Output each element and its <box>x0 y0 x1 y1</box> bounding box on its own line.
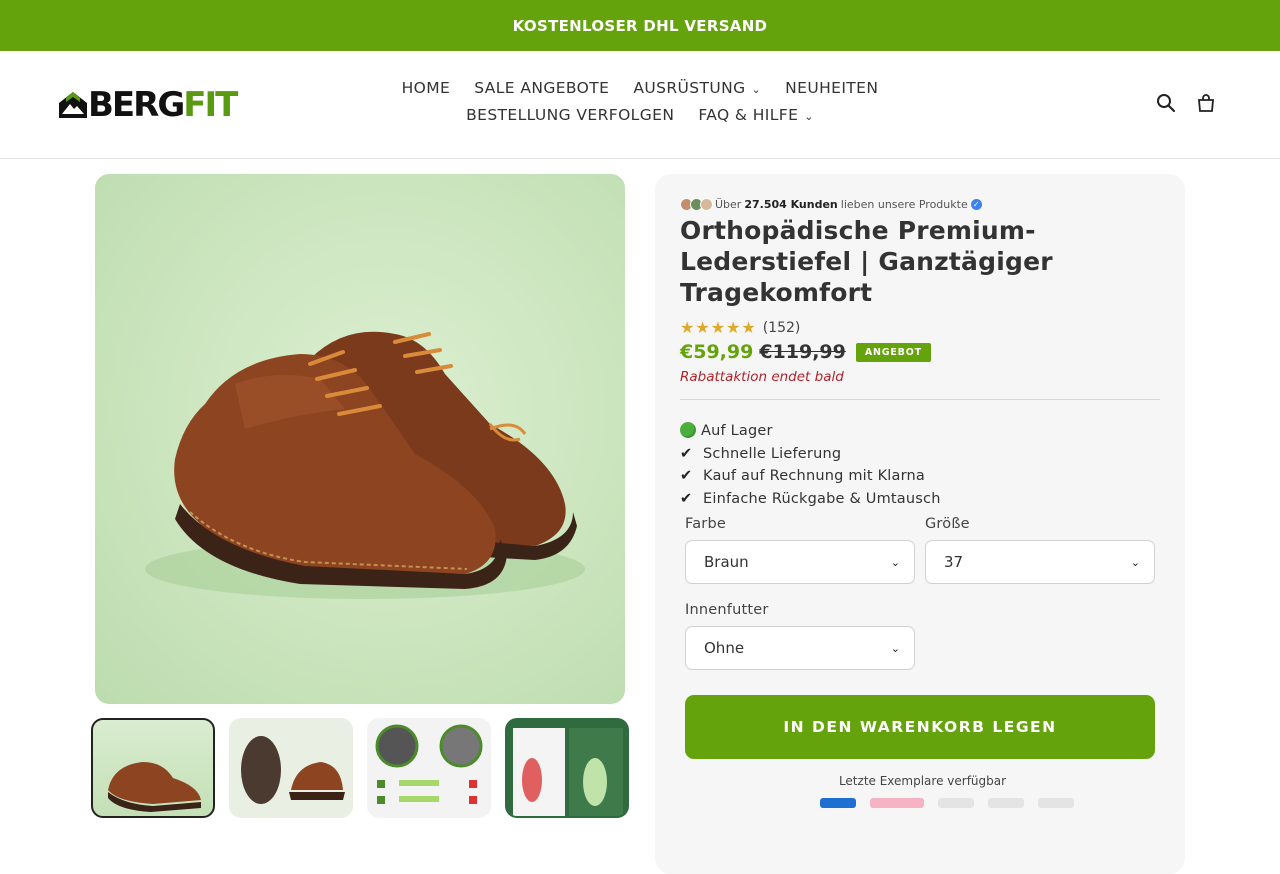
color-select-group: Farbe Braun ⌄ <box>685 516 915 584</box>
sole-comparison-image <box>241 736 345 804</box>
nav-bestellung-verfolgen[interactable]: BESTELLUNG VERFOLGEN <box>466 106 674 124</box>
feature-item: Auf Lager <box>680 420 1160 443</box>
social-count: 27.504 Kunden <box>744 198 838 211</box>
thumbnail-strip <box>91 718 629 818</box>
sale-price: €59,99 <box>680 341 754 363</box>
nav-ausruestung-label: AUSRÜSTUNG <box>633 79 746 97</box>
lining-value: Ohne <box>704 639 745 657</box>
product-info-panel: Über 27.504 Kunden lieben unsere Produkt… <box>655 174 1185 874</box>
boot-thumbnail-image <box>108 762 201 812</box>
rating-count: (152) <box>762 319 801 336</box>
thumbnail-2[interactable] <box>229 718 353 818</box>
feature-label: Kauf auf Rechnung mit Klarna <box>703 468 925 484</box>
chevron-down-icon: ⌄ <box>890 641 900 655</box>
size-value: 37 <box>944 553 964 571</box>
feature-item: ✔ Schnelle Lieferung <box>680 443 1160 466</box>
thumbnail-3[interactable] <box>367 718 491 818</box>
color-value: Braun <box>704 553 749 571</box>
announcement-bar: KOSTENLOSER DHL VERSAND <box>0 0 1280 51</box>
stock-note: Letzte Exemplare verfügbar <box>838 774 1007 788</box>
social-prefix: Über <box>715 198 742 211</box>
nav-neuheiten[interactable]: NEUHEITEN <box>785 79 878 97</box>
chevron-down-icon: ⌄ <box>804 110 814 123</box>
star-rating-icon: ★★★★★ <box>680 318 757 337</box>
feature-label: Schnelle Lieferung <box>703 445 842 462</box>
green-dot-icon <box>680 422 696 438</box>
product-title: Orthopädische Premium-Lederstiefel | Gan… <box>680 216 1053 307</box>
logo-text-fit: FIT <box>183 85 238 125</box>
size-select-group: Größe 37 ⌄ <box>925 516 1155 584</box>
thumbnail-1[interactable] <box>91 718 215 818</box>
check-icon: ✔ <box>680 468 693 484</box>
chevron-down-icon: ⌄ <box>1130 555 1140 569</box>
mountain-house-icon <box>59 92 87 118</box>
add-to-cart-button[interactable]: IN DEN WARENKORB LEGEN <box>685 695 1155 759</box>
thumbnail-4[interactable] <box>505 718 629 818</box>
feature-list: Auf Lager ✔ Schnelle Lieferung ✔ Kauf auf … <box>680 420 1160 510</box>
verified-check-icon: ✓ <box>970 199 982 210</box>
feature-item: ✔ Einfache Rückgabe & Umtausch <box>680 488 1160 511</box>
product-rating[interactable]: ★★★★★ (152) <box>680 318 1160 337</box>
search-icon[interactable] <box>1156 93 1176 113</box>
chevron-down-icon: ⌄ <box>890 555 900 569</box>
lining-select[interactable]: Ohne ⌄ <box>685 626 915 670</box>
price-row: €59,99 €119,99 ANGEBOT <box>680 341 1160 363</box>
nav-home[interactable]: HOME <box>402 79 451 97</box>
feature-item: ✔ Kauf auf Rechnung mit Klarna <box>680 465 1160 488</box>
check-icon: ✔ <box>680 490 693 507</box>
announcement-text: KOSTENLOSER DHL VERSAND <box>512 16 768 35</box>
compare-price: €119,99 <box>759 341 846 363</box>
feature-label: Auf Lager <box>701 423 773 439</box>
product-main-image[interactable] <box>95 174 625 704</box>
leather-boot-image <box>145 331 585 599</box>
header-icons <box>1156 93 1216 113</box>
lining-select-group: Innenfutter Ohne ⌄ <box>685 602 915 670</box>
variant-selectors: Farbe Braun ⌄ Größe 37 ⌄ Innenfutter Ohn… <box>680 516 1160 678</box>
feature-label: Einfache Rückgabe & Umtausch <box>703 490 941 507</box>
logo-text-berg: BERG <box>88 85 185 125</box>
check-icon: ✔ <box>680 445 693 462</box>
nav-faq-hilfe[interactable]: FAQ & HILFE ⌄ <box>698 106 814 124</box>
site-header: BERGFIT HOME SALE ANGEBOTE AUSRÜSTUNG ⌄ N… <box>0 51 1280 159</box>
social-suffix: lieben unsere Produkte <box>840 198 968 211</box>
nav-ausruestung[interactable]: AUSRÜSTUNG ⌄ <box>633 79 761 97</box>
color-label: Farbe <box>685 516 726 532</box>
urgency-text: Rabattaktion endet bald <box>680 369 1160 400</box>
nav-sale-angebote[interactable]: SALE ANGEBOTE <box>474 79 609 97</box>
versus-infographic-image <box>375 724 483 804</box>
main-nav: HOME SALE ANGEBOTE AUSRÜSTUNG ⌄ NEUHEITEN… <box>340 79 940 133</box>
logo[interactable]: BERGFIT <box>58 85 238 125</box>
nav-faq-hilfe-label: FAQ & HILFE <box>698 106 799 124</box>
size-select[interactable]: 37 ⌄ <box>925 540 1155 584</box>
size-label: Größe <box>925 516 970 532</box>
sale-badge: ANGEBOT <box>855 342 931 362</box>
chevron-down-icon: ⌄ <box>751 83 762 96</box>
color-select[interactable]: Braun ⌄ <box>685 540 915 584</box>
cart-icon[interactable] <box>1196 93 1216 113</box>
social-proof: Über 27.504 Kunden lieben unsere Produkt… <box>680 198 1160 211</box>
foot-pressure-infographic-image <box>513 728 623 816</box>
customer-avatars <box>680 198 713 211</box>
lining-label: Innenfutter <box>685 602 769 618</box>
